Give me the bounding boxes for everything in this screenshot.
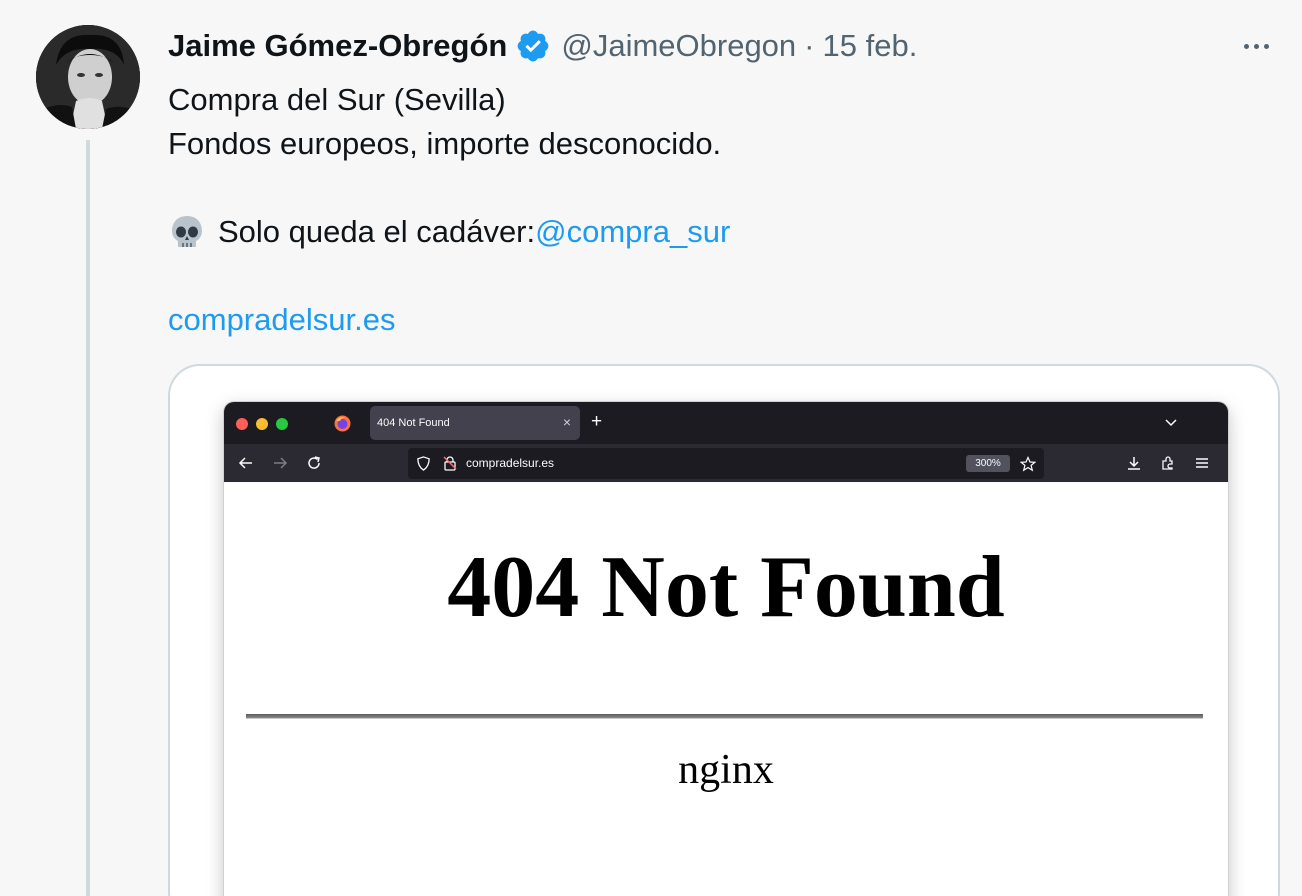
browser-page: 404 Not Found nginx [224, 482, 1228, 896]
error-heading: 404 Not Found [447, 539, 1005, 636]
window-close-dot [236, 418, 248, 430]
browser-tab-title: 404 Not Found [377, 417, 450, 429]
verified-badge-icon[interactable] [515, 28, 551, 64]
zoom-badge: 300% [966, 455, 1010, 472]
more-options-icon-dot [1253, 43, 1259, 49]
tweet-text: Compra del Sur (Sevilla) Fondos europeos… [168, 78, 730, 342]
header-separator: · [804, 28, 815, 63]
more-options-button[interactable] [1234, 34, 1278, 58]
reload-icon [306, 455, 322, 471]
browser-screenshot: 404 Not Found × + compradelsur.es 300% 4… [224, 402, 1228, 896]
shield-icon [416, 456, 432, 472]
download-icon [1126, 455, 1142, 471]
thread-line [86, 140, 90, 896]
tweet-line-3-text: Solo queda el cadáver: [218, 214, 536, 249]
horizontal-rule [246, 714, 1203, 719]
new-tab-icon: + [591, 411, 603, 432]
insecure-lock-icon [442, 455, 458, 471]
firefox-icon [334, 415, 351, 432]
skull-icon [168, 213, 206, 251]
author-handle[interactable]: @JaimeObregon [561, 28, 796, 64]
server-name: nginx [678, 747, 774, 793]
tweet-line-2: Fondos europeos, importe desconocido. [168, 126, 722, 161]
browser-url: compradelsur.es [466, 456, 555, 470]
tweet-line-1: Compra del Sur (Sevilla) [168, 82, 506, 117]
browser-navbar: compradelsur.es 300% [224, 444, 1228, 482]
tab-close-icon: × [562, 414, 571, 430]
mention-link[interactable]: @compra_sur [535, 210, 730, 254]
window-zoom-dot [276, 418, 288, 430]
tweet-header: Jaime Gómez-Obregón @JaimeObregon · 15 f… [168, 26, 917, 66]
avatar[interactable] [36, 25, 140, 129]
browser-tab: 404 Not Found × [370, 406, 580, 440]
window-minimize-dot [256, 418, 268, 430]
more-options-icon-dot [1263, 43, 1269, 49]
chevron-down-icon [1164, 415, 1178, 429]
author-name[interactable]: Jaime Gómez-Obregón [168, 28, 507, 64]
hamburger-menu-icon [1194, 455, 1210, 471]
forward-arrow-icon [272, 455, 288, 471]
browser-urlbar: compradelsur.es 300% [408, 448, 1044, 479]
more-options-icon [1243, 43, 1249, 49]
browser-tabbar: 404 Not Found × + [224, 402, 1228, 444]
tweet-line-3: Solo queda el cadáver: @compra_sur [168, 210, 730, 254]
avatar-photo [36, 25, 140, 129]
tweet-date[interactable]: 15 feb. [823, 28, 918, 64]
star-icon [1019, 456, 1037, 472]
tweet-media-card[interactable]: 404 Not Found × + compradelsur.es 300% 4… [168, 364, 1280, 896]
extensions-icon [1160, 455, 1176, 471]
back-arrow-icon [238, 455, 254, 471]
url-link[interactable]: compradelsur.es [168, 298, 730, 342]
